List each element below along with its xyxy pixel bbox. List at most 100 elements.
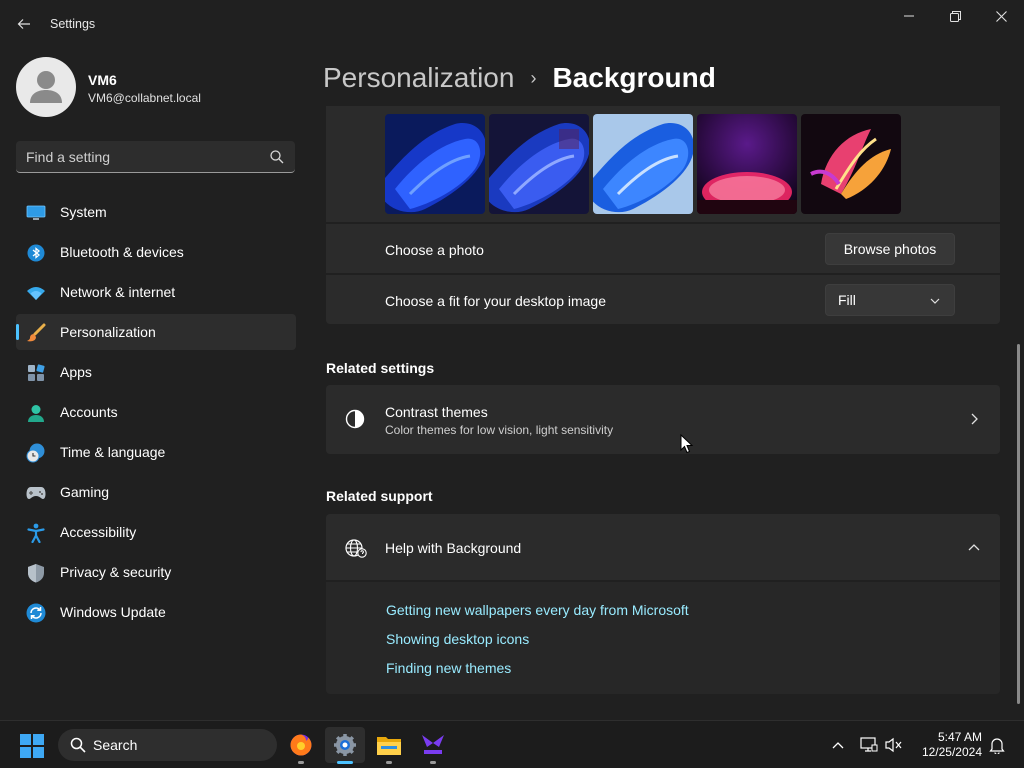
help-title: Help with Background	[385, 540, 522, 556]
sidebar-item-apps[interactable]: Apps	[16, 354, 296, 390]
sidebar-item-gaming[interactable]: Gaming	[16, 474, 296, 510]
sidebar-item-label: Accessibility	[60, 524, 137, 540]
chevron-down-icon	[930, 298, 940, 304]
wallpaper-thumbnail[interactable]	[385, 114, 485, 214]
close-button[interactable]	[986, 6, 1016, 26]
sidebar-item-personalization[interactable]: Personalization	[16, 314, 296, 350]
row-divider	[326, 273, 1000, 275]
user-name: VM6	[88, 72, 117, 88]
recent-images	[385, 114, 901, 214]
help-link-wallpapers[interactable]: Getting new wallpapers every day from Mi…	[386, 602, 689, 618]
main-content: Choose a photo Browse photos Choose a fi…	[326, 106, 1000, 720]
sidebar-item-windows-update[interactable]: Windows Update	[16, 594, 296, 630]
bell-icon	[989, 738, 1005, 754]
accessibility-icon	[26, 523, 46, 543]
browse-photos-button[interactable]: Browse photos	[825, 233, 955, 265]
search-icon[interactable]	[269, 149, 285, 165]
taskbar-file-explorer[interactable]	[369, 727, 409, 764]
purple-app-icon	[422, 735, 444, 754]
tray-network[interactable]	[859, 735, 879, 755]
taskbar-search[interactable]: Search	[58, 729, 277, 761]
taskbar: Search 5:47 AM 12/25/2024	[0, 720, 1024, 768]
globe-help-icon	[345, 539, 367, 558]
windows-start-icon[interactable]	[20, 734, 44, 758]
clock-date: 12/25/2024	[921, 745, 982, 759]
sidebar-item-accounts[interactable]: Accounts	[16, 394, 296, 430]
help-link-themes[interactable]: Finding new themes	[386, 660, 511, 676]
title-bar: Settings	[0, 0, 1024, 48]
running-indicator	[298, 761, 304, 764]
user-avatar-icon	[30, 71, 62, 103]
settings-gear-icon	[334, 734, 356, 756]
brush-icon	[26, 323, 46, 343]
sidebar-item-system[interactable]: System	[16, 194, 296, 230]
sidebar-item-label: Bluetooth & devices	[60, 244, 184, 260]
related-support-heading: Related support	[326, 488, 433, 504]
back-button[interactable]	[12, 12, 36, 36]
restore-icon	[949, 10, 961, 22]
notifications-button[interactable]	[987, 735, 1007, 755]
clock-time: 5:47 AM	[937, 730, 982, 744]
search-icon	[70, 737, 86, 753]
sidebar-item-label: Network & internet	[60, 284, 176, 300]
sidebar-item-privacy[interactable]: Privacy & security	[16, 554, 296, 590]
sidebar-item-label: Gaming	[60, 484, 110, 500]
breadcrumb: Personalization › Background	[323, 58, 716, 98]
contrast-icon	[345, 409, 365, 429]
help-expander-header[interactable]: Help with Background	[326, 514, 1000, 580]
taskbar-search-label: Search	[93, 737, 138, 753]
fit-dropdown[interactable]: Fill	[825, 284, 955, 316]
taskbar-settings[interactable]	[325, 727, 365, 764]
mouse-cursor-icon	[680, 434, 694, 454]
help-links: Getting new wallpapers every day from Mi…	[326, 582, 1000, 694]
tray-volume[interactable]	[884, 735, 904, 755]
scrollbar[interactable]	[1017, 344, 1020, 704]
sidebar-item-label: Windows Update	[60, 604, 166, 620]
sidebar: VM6 VM6@collabnet.local System Bluetooth…	[0, 48, 310, 720]
clock-globe-icon	[26, 443, 46, 463]
system-icon	[26, 203, 46, 223]
search-input[interactable]	[16, 141, 266, 172]
sidebar-item-label: Accounts	[60, 404, 118, 420]
taskbar-clock[interactable]: 5:47 AM 12/25/2024	[912, 730, 982, 760]
sidebar-item-time-language[interactable]: Time & language	[16, 434, 296, 470]
tray-overflow-button[interactable]	[828, 735, 848, 755]
nav-list: System Bluetooth & devices Network & int…	[16, 194, 296, 634]
browse-photos-label: Browse photos	[843, 241, 937, 257]
sidebar-item-label: System	[60, 204, 107, 220]
wallpaper-thumbnail[interactable]	[697, 114, 797, 214]
taskbar-app-purple[interactable]	[413, 727, 453, 764]
taskbar-firefox[interactable]	[281, 727, 321, 764]
folder-icon	[377, 737, 401, 755]
window-title: Settings	[50, 17, 96, 31]
sidebar-item-accessibility[interactable]: Accessibility	[16, 514, 296, 550]
sidebar-item-bluetooth[interactable]: Bluetooth & devices	[16, 234, 296, 270]
shield-icon	[26, 563, 46, 583]
sidebar-item-label: Apps	[60, 364, 92, 380]
apps-icon	[26, 363, 46, 383]
related-settings-heading: Related settings	[326, 360, 435, 376]
breadcrumb-parent[interactable]: Personalization	[323, 62, 514, 94]
wallpaper-thumbnail[interactable]	[801, 114, 901, 214]
firefox-icon	[290, 734, 312, 756]
chevron-right-icon	[971, 413, 978, 425]
minimize-button[interactable]	[894, 6, 924, 26]
avatar[interactable]	[16, 57, 76, 117]
minimize-icon	[904, 15, 914, 17]
sidebar-item-network[interactable]: Network & internet	[16, 274, 296, 310]
wallpaper-thumbnail[interactable]	[593, 114, 693, 214]
network-monitor-icon	[860, 737, 878, 752]
contrast-themes-title: Contrast themes	[385, 404, 488, 420]
back-arrow-icon	[17, 19, 30, 29]
contrast-themes-card[interactable]: Contrast themes Color themes for low vis…	[326, 385, 1000, 454]
chevron-up-icon[interactable]	[968, 543, 980, 551]
help-link-desktop-icons[interactable]: Showing desktop icons	[386, 631, 529, 647]
running-indicator	[386, 761, 392, 764]
maximize-button[interactable]	[940, 6, 970, 26]
sidebar-item-label: Time & language	[60, 444, 166, 460]
sidebar-item-label: Personalization	[60, 324, 156, 340]
wallpaper-thumbnail[interactable]	[489, 114, 589, 214]
fit-label: Choose a fit for your desktop image	[385, 293, 607, 309]
gamepad-icon	[26, 483, 46, 503]
help-with-background-card: Help with Background Getting new wallpap…	[326, 514, 1000, 694]
